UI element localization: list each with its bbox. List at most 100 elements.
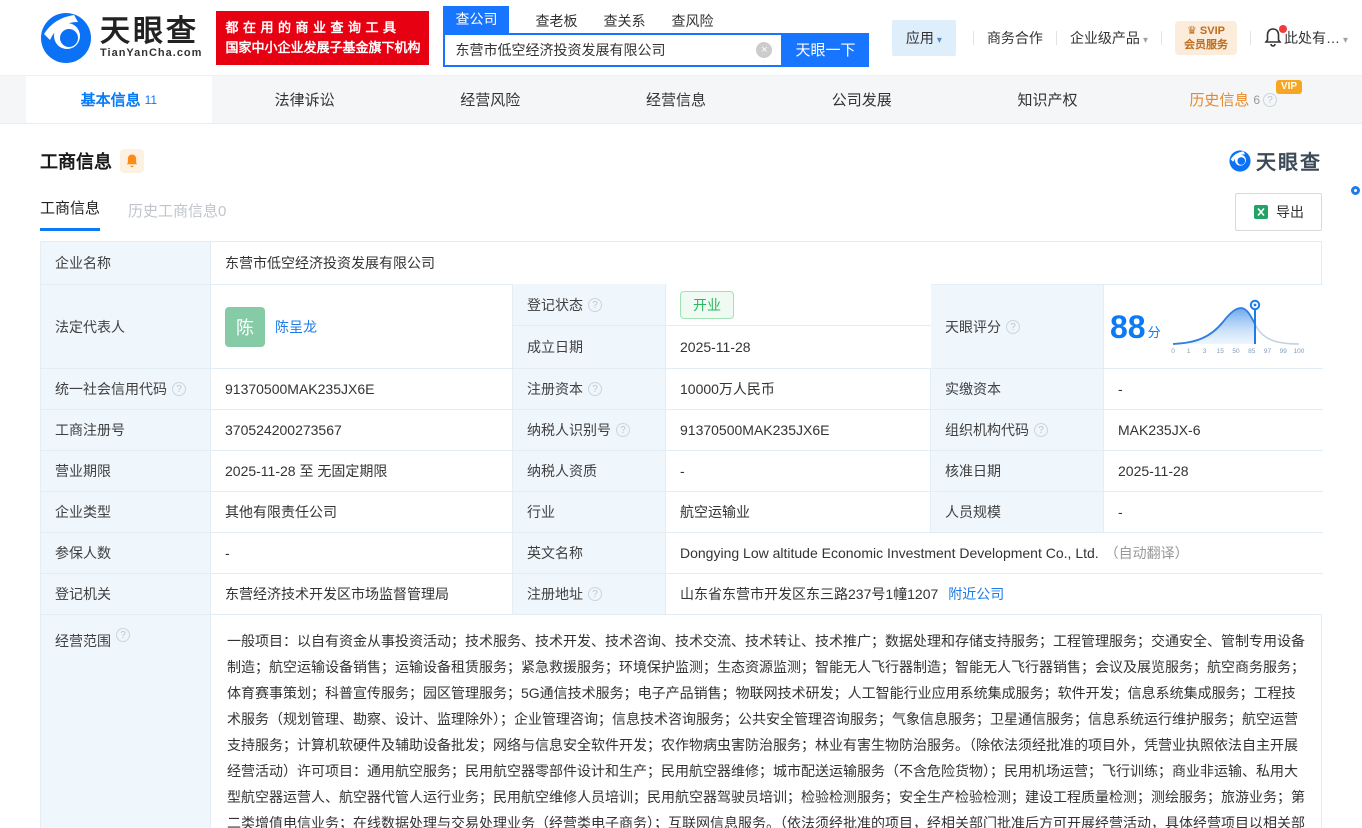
notification-dot xyxy=(1278,24,1287,33)
tab-label: 历史信息 xyxy=(1189,92,1250,109)
export-button[interactable]: 导出 xyxy=(1235,193,1322,231)
tab-count: 6 xyxy=(1253,92,1261,107)
value-reg-status: 开业 xyxy=(666,284,931,326)
label-text: 统一社会信用代码 xyxy=(55,381,167,397)
label-biz-term: 营业期限 xyxy=(41,450,211,491)
search-button[interactable]: 天眼一下 xyxy=(781,32,870,67)
legal-rep-link[interactable]: 陈呈龙 xyxy=(275,317,317,337)
english-name-text: Dongying Low altitude Economic Investmen… xyxy=(680,545,1099,561)
link-business-cooperation[interactable]: 商务合作 xyxy=(987,28,1043,48)
tab-label: 基本信息 xyxy=(80,92,141,109)
tab-label: 经营风险 xyxy=(460,92,521,109)
label-approve-date: 核准日期 xyxy=(931,450,1104,491)
value-industry: 航空运输业 xyxy=(666,491,931,532)
subtab-history-business-info[interactable]: 历史工商信息0 xyxy=(128,200,226,231)
svg-text:1: 1 xyxy=(1186,348,1190,355)
help-icon[interactable]: ? xyxy=(1006,319,1020,334)
help-icon[interactable]: ? xyxy=(172,382,186,396)
help-icon[interactable]: ? xyxy=(1034,423,1048,437)
help-icon[interactable]: ? xyxy=(588,587,602,601)
value-tianyan-score[interactable]: 88 分 0 1 3 15 50 85 97 99 100 xyxy=(1104,284,1323,368)
link-enterprise-products[interactable]: 企业级产品 ▾ xyxy=(1070,28,1148,48)
tab-company-development[interactable]: 公司发展 xyxy=(769,76,955,123)
help-icon[interactable]: ? xyxy=(588,382,602,396)
search-tab-risk[interactable]: 查风险 xyxy=(671,11,713,33)
label-text: 登记状态 xyxy=(527,296,583,313)
vip-tag: VIP xyxy=(1275,80,1303,94)
tab-intellectual-property[interactable]: 知识产权 xyxy=(955,76,1141,123)
subtab-business-info[interactable]: 工商信息 xyxy=(40,197,101,231)
value-approve-date: 2025-11-28 xyxy=(1104,450,1323,491)
value-legal-rep: 陈 陈呈龙 xyxy=(211,284,513,368)
label-reg-capital: 注册资本? xyxy=(513,368,666,409)
value-business-scope: 一般项目：以自有资金从事投资活动；技术服务、技术开发、技术咨询、技术交流、技术转… xyxy=(211,614,1321,828)
label-paid-capital: 实缴资本 xyxy=(931,368,1104,409)
user-menu[interactable]: 此处有… ▾ xyxy=(1284,28,1348,48)
value-staff-size: - xyxy=(1104,491,1323,532)
apps-dropdown[interactable]: 应用 ▾ xyxy=(891,19,956,56)
auto-translate-note: （自动翻译） xyxy=(1104,545,1189,561)
tab-basic-info[interactable]: 基本信息 11 xyxy=(26,76,212,123)
value-english-name: Dongying Low altitude Economic Investmen… xyxy=(666,532,1323,573)
status-date-grid: 登记状态 ? 开业 成立日期 2025-11-28 xyxy=(513,284,931,368)
crown-icon: ♛ xyxy=(1186,24,1197,37)
help-icon[interactable]: ? xyxy=(1263,92,1278,107)
notification-bell-icon[interactable] xyxy=(1264,24,1287,49)
help-icon[interactable]: ? xyxy=(116,628,130,642)
clear-icon[interactable]: × xyxy=(756,41,773,58)
page-title: 工商信息 xyxy=(40,151,112,172)
status-badge: 开业 xyxy=(680,290,734,319)
tab-legal-proceedings[interactable]: 法律诉讼 xyxy=(212,76,398,123)
avatar[interactable]: 陈 xyxy=(225,306,265,347)
slogan-line1: 都在用的商业查询工具 xyxy=(225,19,401,35)
tab-label: 知识产权 xyxy=(1017,92,1078,109)
value-org-code: MAK235JX-6 xyxy=(1104,409,1323,450)
table-row: 企业类型 其他有限责任公司 行业 航空运输业 人员规模 - xyxy=(41,491,1323,532)
side-widget-ring[interactable] xyxy=(1351,186,1360,195)
svg-text:50: 50 xyxy=(1232,348,1240,355)
search-tab-boss[interactable]: 查老板 xyxy=(535,11,577,33)
value-company-type: 其他有限责任公司 xyxy=(211,491,513,532)
watermark-text: 天眼查 xyxy=(1256,152,1322,174)
label-staff-size: 人员规模 xyxy=(931,491,1104,532)
svip-member-badge[interactable]: ♛ SVIP 会员服务 xyxy=(1174,20,1237,55)
caret-down-icon: ▾ xyxy=(936,34,942,46)
search-area: 查公司 查老板 查关系 查风险 × 天眼一下 xyxy=(443,5,870,67)
slogan-line2: 国家中小企业发展子基金旗下机构 xyxy=(225,39,421,55)
label-industry: 行业 xyxy=(513,491,666,532)
score-number: 88 xyxy=(1110,308,1146,345)
table-row: 企业名称 东营市低空经济投资发展有限公司 xyxy=(41,242,1321,284)
search-tab-relation[interactable]: 查关系 xyxy=(603,11,645,33)
watermark-logo-icon xyxy=(1229,149,1251,172)
help-icon[interactable]: ? xyxy=(588,297,602,312)
tab-label: 经营信息 xyxy=(646,92,707,109)
search-input[interactable] xyxy=(443,32,782,67)
subscribe-bell-icon[interactable] xyxy=(120,148,144,173)
divider xyxy=(1160,30,1162,45)
value-reg-capital: 10000万人民币 xyxy=(666,368,931,409)
help-icon[interactable]: ? xyxy=(616,423,630,437)
label-taxpayer-qual: 纳税人资质 xyxy=(513,450,666,491)
tianyancha-logo[interactable]: 天眼查 TianYanCha.com xyxy=(40,12,202,64)
nearby-companies-link[interactable]: 附近公司 xyxy=(948,584,1004,604)
table-row: 参保人数 - 英文名称 Dongying Low altitude Econom… xyxy=(41,532,1323,573)
tab-operating-risk[interactable]: 经营风险 xyxy=(397,76,583,123)
value-credit-code: 91370500MAK235JX6E xyxy=(211,368,513,409)
top-header: 天眼查 TianYanCha.com 都在用的商业查询工具 国家中小企业发展子基… xyxy=(0,0,1362,76)
table-row: 登记机关 东营经济技术开发区市场监督管理局 注册地址? 山东省东营市开发区东三路… xyxy=(41,573,1323,614)
label-reg-number: 工商注册号 xyxy=(41,409,211,450)
search-tab-company[interactable]: 查公司 xyxy=(443,5,510,33)
tab-count: 11 xyxy=(144,92,158,107)
label-legal-rep: 法定代表人 xyxy=(41,284,211,368)
label-text: 注册地址 xyxy=(527,586,583,602)
excel-icon xyxy=(1254,205,1268,219)
tab-history-info[interactable]: 历史信息 6 ? VIP xyxy=(1140,76,1326,123)
value-taxpayer-id: 91370500MAK235JX6E xyxy=(666,409,931,450)
label-est-date: 成立日期 xyxy=(513,326,666,368)
label-credit-code: 统一社会信用代码? xyxy=(41,368,211,409)
watermark-logo: 天眼查 xyxy=(1229,146,1322,175)
label-insured-count: 参保人数 xyxy=(41,532,211,573)
tab-label: 法律诉讼 xyxy=(274,92,335,109)
tab-operating-info[interactable]: 经营信息 xyxy=(583,76,769,123)
label-reg-authority: 登记机关 xyxy=(41,573,211,614)
